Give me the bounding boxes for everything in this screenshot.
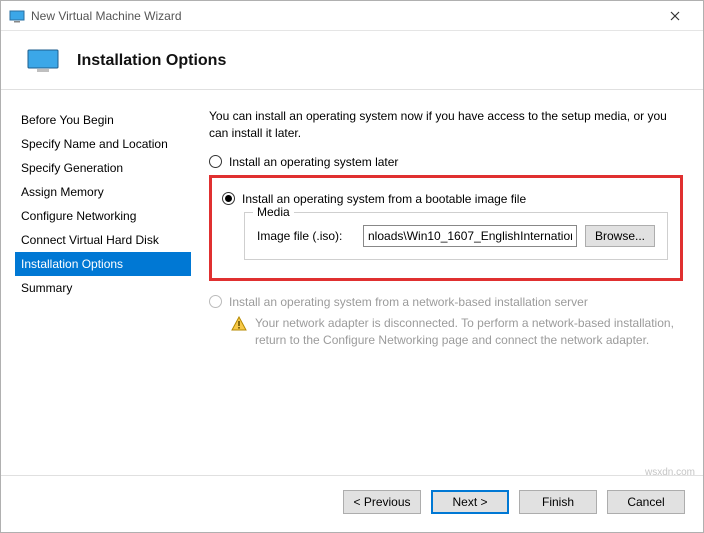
media-row: Image file (.iso): Browse...	[257, 225, 655, 247]
step-assign-memory[interactable]: Assign Memory	[15, 180, 191, 204]
network-warning-text: Your network adapter is disconnected. To…	[255, 315, 683, 349]
previous-button[interactable]: < Previous	[343, 490, 421, 514]
body: Before You Begin Specify Name and Locati…	[1, 90, 703, 475]
radio-disabled-icon	[209, 295, 222, 308]
close-icon	[670, 11, 680, 21]
page-heading: Installation Options	[77, 52, 226, 70]
highlighted-option-group: Install an operating system from a boota…	[209, 175, 683, 281]
page-description: You can install an operating system now …	[209, 108, 683, 143]
monitor-icon	[27, 49, 59, 73]
titlebar: New Virtual Machine Wizard	[1, 1, 703, 31]
option-network-install-label: Install an operating system from a netwo…	[229, 295, 588, 309]
step-before-you-begin[interactable]: Before You Begin	[15, 108, 191, 132]
step-specify-generation[interactable]: Specify Generation	[15, 156, 191, 180]
option-network-install: Install an operating system from a netwo…	[209, 295, 683, 309]
footer: < Previous Next > Finish Cancel	[1, 475, 703, 532]
step-installation-options[interactable]: Installation Options	[15, 252, 191, 276]
option-install-later-label: Install an operating system later	[229, 155, 398, 169]
main-panel: You can install an operating system now …	[191, 90, 703, 475]
next-button[interactable]: Next >	[431, 490, 509, 514]
network-warning: Your network adapter is disconnected. To…	[231, 315, 683, 349]
media-legend: Media	[253, 205, 294, 219]
finish-button[interactable]: Finish	[519, 490, 597, 514]
step-specify-name-location[interactable]: Specify Name and Location	[15, 132, 191, 156]
window-title: New Virtual Machine Wizard	[31, 9, 655, 23]
option-install-later[interactable]: Install an operating system later	[209, 155, 683, 169]
option-network-install-group: Install an operating system from a netwo…	[209, 295, 683, 349]
vm-wizard-icon	[9, 8, 25, 24]
radio-selected-icon	[222, 192, 235, 205]
image-file-label: Image file (.iso):	[257, 229, 355, 243]
close-button[interactable]	[655, 2, 695, 30]
option-bootable-image[interactable]: Install an operating system from a boota…	[222, 192, 668, 206]
wizard-window: New Virtual Machine Wizard Installation …	[0, 0, 704, 533]
header: Installation Options	[1, 31, 703, 89]
radio-icon	[209, 155, 222, 168]
watermark: wsxdn.com	[645, 467, 695, 478]
cancel-button[interactable]: Cancel	[607, 490, 685, 514]
warning-icon	[231, 316, 247, 332]
step-configure-networking[interactable]: Configure Networking	[15, 204, 191, 228]
step-summary[interactable]: Summary	[15, 276, 191, 300]
image-file-input[interactable]	[363, 225, 577, 247]
step-connect-vhd[interactable]: Connect Virtual Hard Disk	[15, 228, 191, 252]
browse-button[interactable]: Browse...	[585, 225, 655, 247]
media-fieldset: Media Image file (.iso): Browse...	[244, 212, 668, 260]
option-bootable-image-label: Install an operating system from a boota…	[242, 192, 526, 206]
wizard-steps-sidebar: Before You Begin Specify Name and Locati…	[1, 90, 191, 475]
